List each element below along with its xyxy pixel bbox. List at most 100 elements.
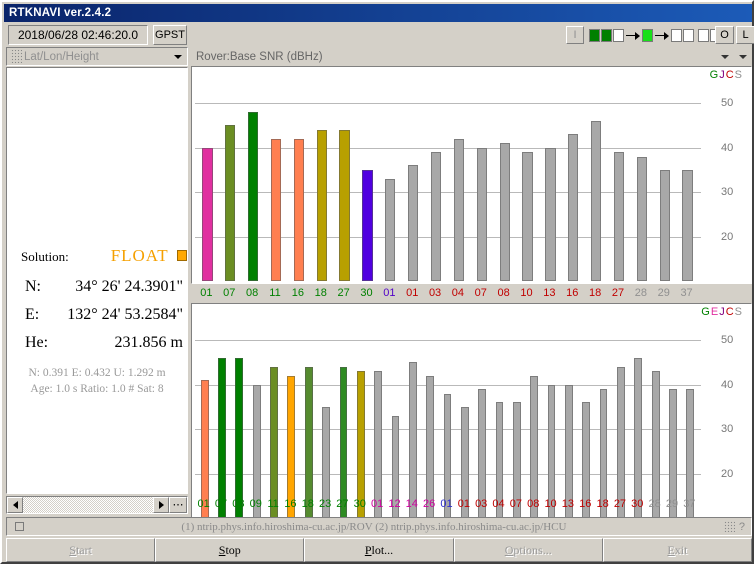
snr-bar [568,134,579,281]
snr-bar [659,169,670,281]
window-titlebar: RTKNAVI ver.2.4.2 [4,4,752,22]
satellite-label: 08 [497,287,510,299]
chart-prev-arrow-icon[interactable] [716,48,734,66]
age-ratio-text: Age: 1.0 s Ratio: 1.0 # Sat: 8 [30,383,164,395]
info-button-label: I [573,29,577,41]
snr-bar [339,366,348,518]
satellite-label: 01 [370,498,384,510]
status-grip-icon [723,521,735,532]
snr-bar [235,358,244,518]
satellite-label: 29 [657,287,670,299]
snr-bar [617,366,625,518]
scroll-right-button[interactable] [153,497,169,513]
satellite-label: 16 [566,287,579,299]
corr-input-led [613,29,624,42]
satellite-label: 13 [561,498,575,510]
snr-bar [682,169,693,281]
stream-status-panel[interactable] [589,27,734,44]
chevron-down-icon[interactable] [170,48,186,65]
solution-display: Solution: FLOAT N: 34° 26' 24.3901" E: 1… [6,67,188,494]
snr-bar [499,143,510,281]
latitude-value: 34° 26' 24.3901" [75,278,183,295]
snr-bar [316,129,327,281]
window-title: RTKNAVI ver.2.4.2 [9,7,112,19]
horizontal-scrollbar[interactable]: ⋯ [6,496,188,514]
satellite-label: 01 [197,498,210,510]
status-indicator-box [15,522,24,531]
satellite-label: 23 [318,498,332,510]
button-label: Stop [218,542,241,557]
help-icon[interactable]: ? [739,521,745,533]
solution-label: Solution: [21,249,69,264]
timesys-button[interactable]: GPST [153,25,187,45]
snr-bar [202,147,213,281]
satellite-label: 07 [214,498,228,510]
exit-button[interactable]: Exit [602,538,753,562]
scroll-track[interactable] [23,497,153,513]
satellite-label: 27 [337,287,350,299]
start-button[interactable]: Start [6,538,156,562]
snr-bar [636,156,647,281]
scroll-left-button[interactable] [7,497,23,513]
height-label: He: [25,334,49,351]
satellite-label: 12 [388,498,401,510]
satellite-label: 37 [683,498,696,510]
y-axis-tick: 50 [721,97,734,110]
y-axis-tick: 20 [721,467,734,480]
satellite-label: 08 [232,498,245,510]
satellite-label: 03 [428,287,442,299]
legend-item-S: S [734,306,743,318]
snr-charts-column: Rover:Base SNR (dBHz) 20 30 40 50 GJCS 01 07 0… [191,47,752,521]
l-button-label: L [742,29,749,41]
longitude-label: E: [25,306,40,323]
y-axis-tick: 40 [721,378,734,391]
button-label: Start [69,542,92,557]
button-label: Plot... [364,542,394,557]
display-mode-combo[interactable]: Lat/Lon/Height [6,47,188,66]
satellite-label: 08 [246,287,259,299]
snr-bar [362,169,373,281]
time-value: 2018/06/28 02:46:20.0 [17,28,139,42]
satellite-label: 27 [611,287,625,299]
time-display: 2018/06/28 02:46:20.0 [8,25,148,45]
satellite-label: 18 [314,287,327,299]
rover-snr-plot[interactable]: 20 30 40 50 GJCS [191,66,752,284]
display-mode-label: Lat/Lon/Height [24,50,99,63]
l-button[interactable]: L [736,26,754,44]
snr-bar [545,147,556,281]
plot-button[interactable]: Plot... [304,538,454,562]
satellite-label: 30 [631,498,644,510]
snr-bar [218,358,226,518]
chart-header-title: Rover:Base SNR (dBHz) [196,50,323,63]
log1-led [698,29,709,42]
arrow-right-icon-2 [655,29,670,42]
chart-next-arrow-icon[interactable] [734,48,752,66]
satellite-label: 11 [267,498,279,510]
y-axis-tick: 30 [721,423,734,436]
o-button[interactable]: O [715,26,734,44]
solution-status-swatch [176,250,187,261]
snr-bar [453,138,465,281]
options-button[interactable]: Options... [453,538,603,562]
satellite-label: 27 [336,498,349,510]
base-snr-plot[interactable]: 20 30 40 50 GEJCS [191,303,752,521]
satellite-label: 01 [200,287,213,299]
snr-bar [613,152,625,281]
satellite-label: 13 [543,287,556,299]
satellite-label: 04 [492,498,505,510]
satellite-label: 10 [544,498,557,510]
stop-button[interactable]: Stop [155,538,305,562]
arrow-right-icon-1 [626,29,641,42]
legend-item-C: C [725,69,735,81]
satellite-label: 18 [588,287,602,299]
legend-item-E: E [710,306,720,318]
legend-item-G: G [701,306,711,318]
info-button[interactable]: I [566,26,584,44]
expand-dots-button[interactable]: ⋯ [169,497,187,513]
out2-led [683,29,694,42]
satellite-label: 01 [457,498,470,510]
satellite-label: 07 [223,287,236,299]
legend-item-G: G [709,69,720,81]
y-axis-tick: 30 [721,186,734,199]
satellite-label: 37 [680,287,693,299]
